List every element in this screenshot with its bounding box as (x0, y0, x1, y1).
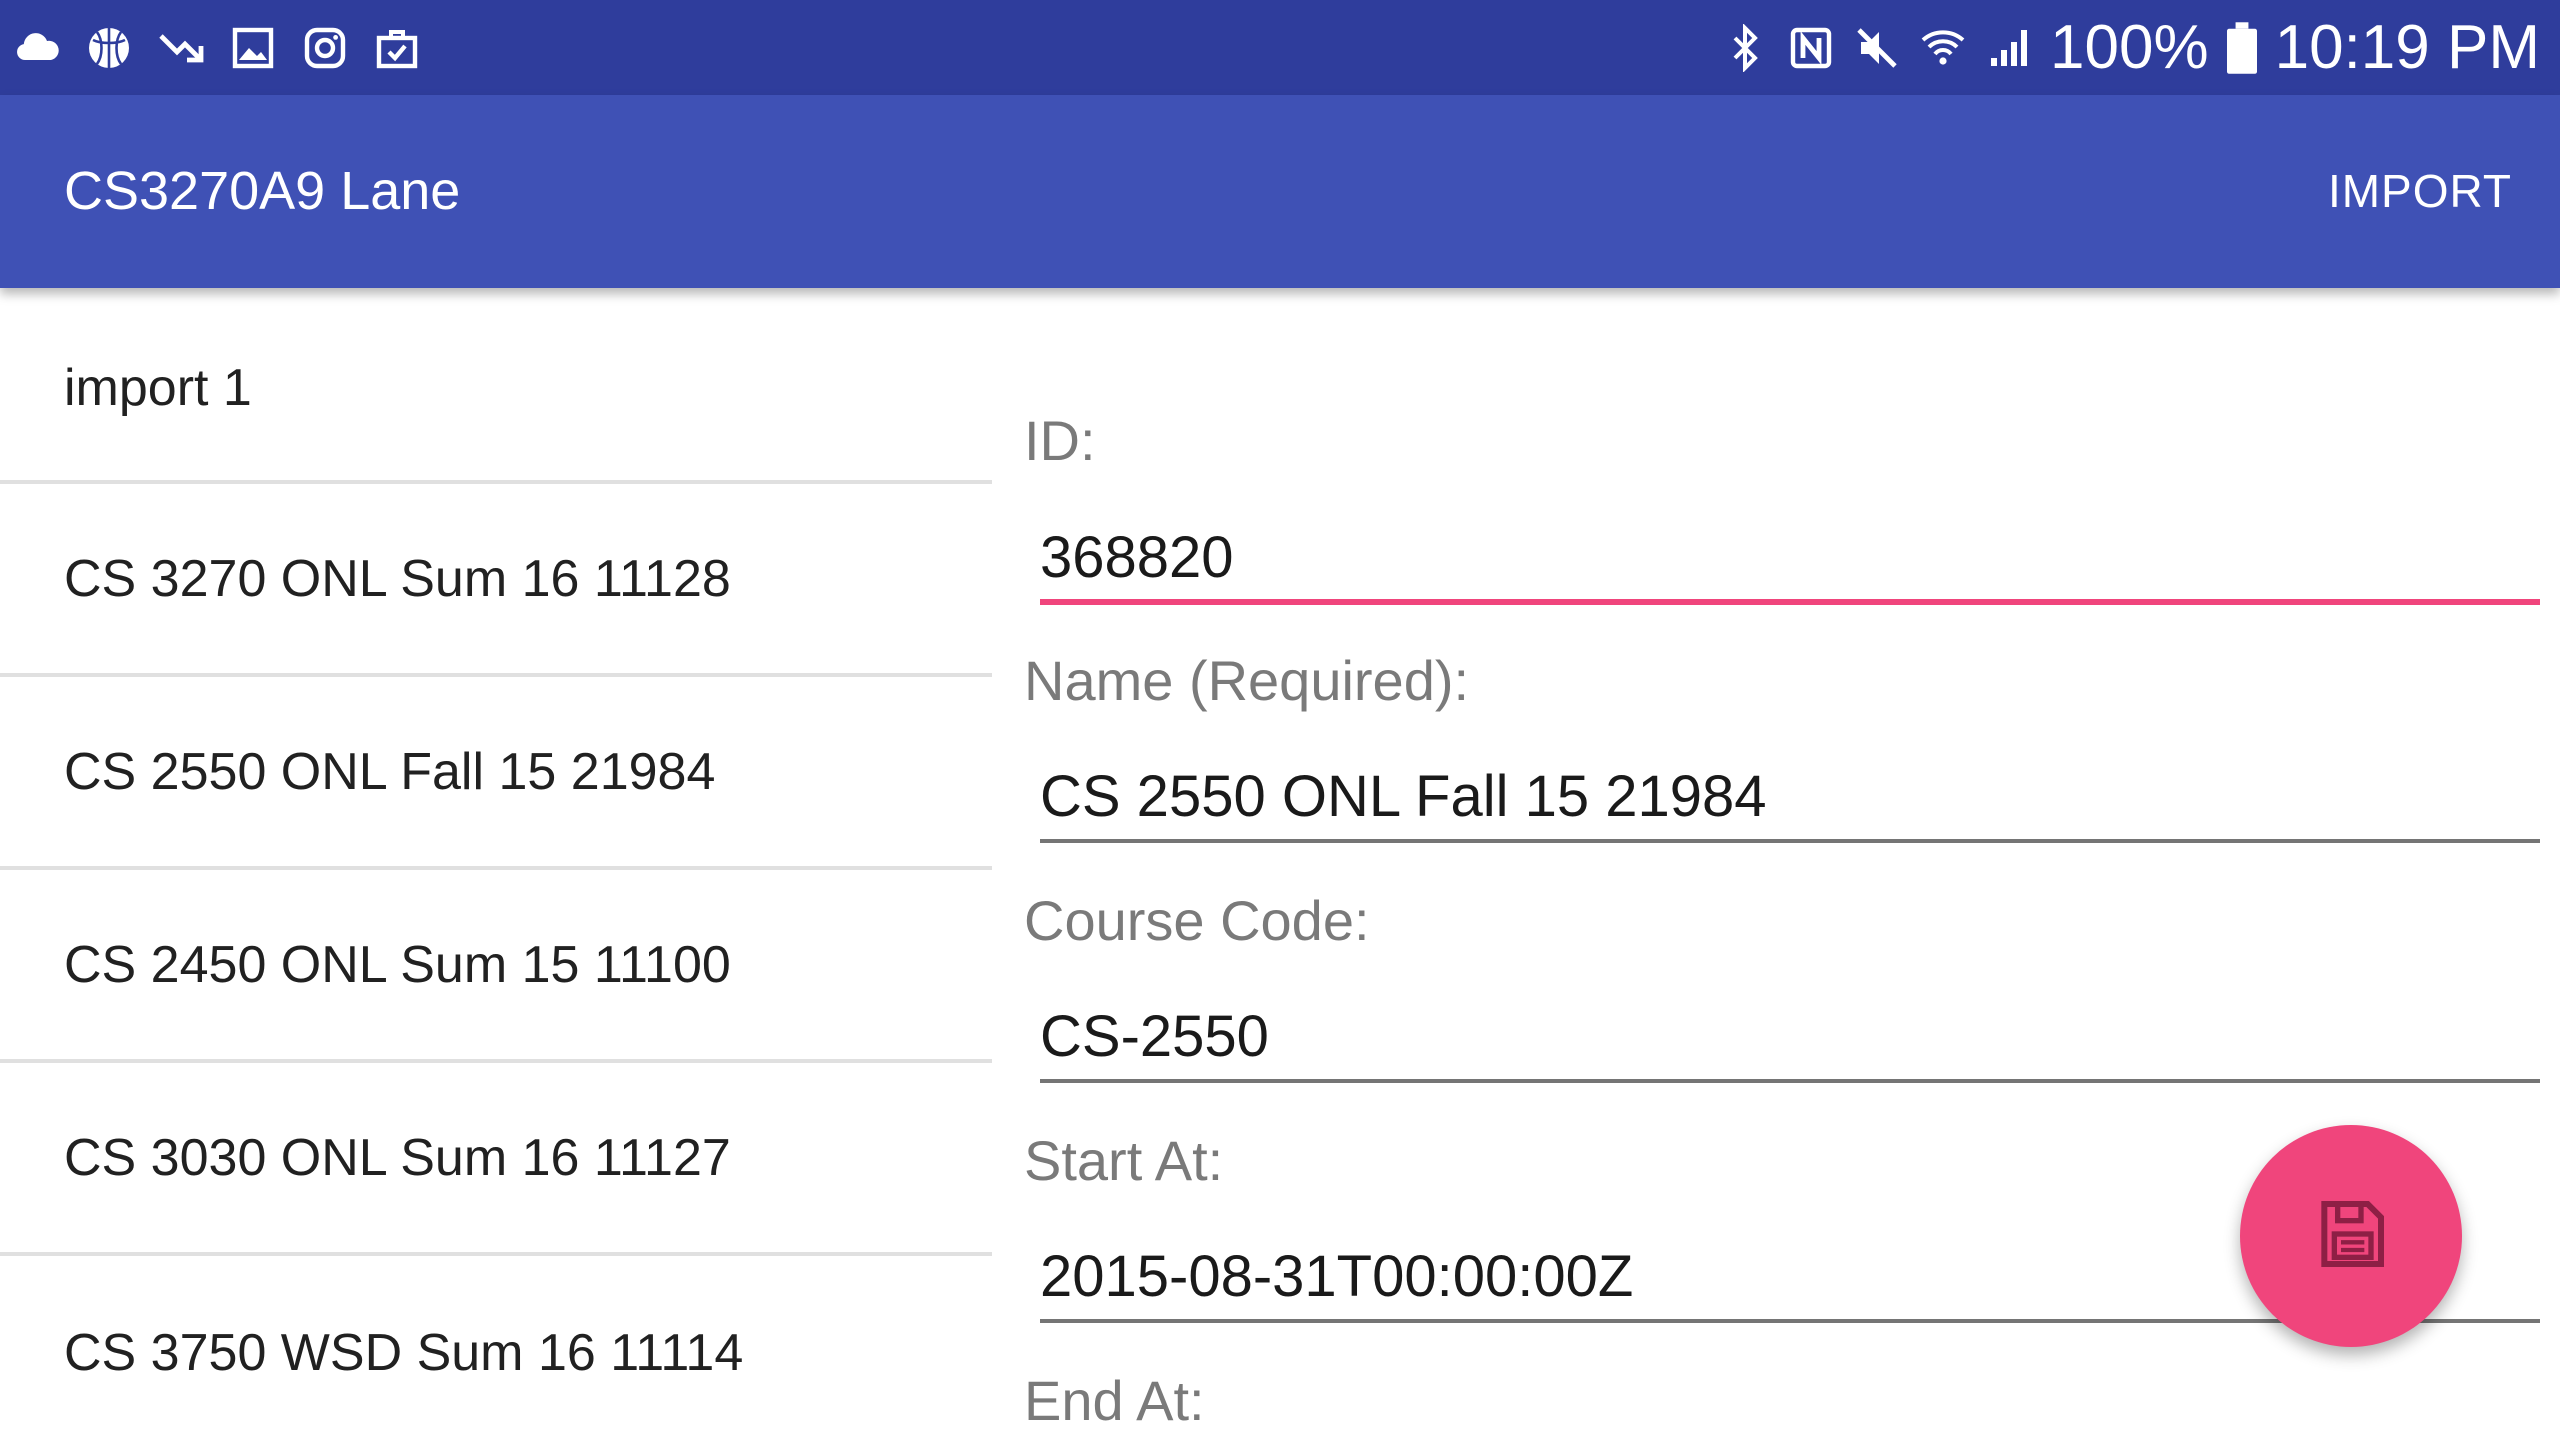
clock: 10:19 PM (2274, 12, 2540, 82)
course-list: import 1 CS 3270 ONL Sum 16 11128 CS 255… (0, 288, 992, 1449)
save-button[interactable] (2240, 1125, 2462, 1347)
app-bar: CS3270A9 Lane IMPORT (0, 95, 2560, 288)
bluetooth-icon (1720, 23, 1770, 73)
briefcase-check-icon (372, 23, 422, 73)
wifi-icon (1918, 23, 1968, 73)
list-item[interactable]: CS 2550 ONL Fall 15 21984 (0, 677, 992, 870)
trending-down-icon (156, 23, 206, 73)
list-item[interactable]: CS 3030 ONL Sum 16 11127 (0, 1063, 992, 1256)
id-field[interactable]: 368820 (1040, 515, 2540, 605)
list-item[interactable]: CS 3750 WSD Sum 16 11114 (0, 1256, 992, 1449)
name-field[interactable]: CS 2550 ONL Fall 15 21984 (1040, 753, 2540, 843)
notification-icons (12, 18, 422, 78)
mute-icon (1852, 23, 1902, 73)
import-button[interactable]: IMPORT (2328, 157, 2512, 225)
list-item[interactable]: CS 3270 ONL Sum 16 11128 (0, 484, 992, 677)
nfc-icon (1786, 23, 1836, 73)
basketball-icon (84, 23, 134, 73)
battery-icon (2225, 21, 2259, 74)
system-icons: 100% 10:19 PM (1720, 10, 2540, 85)
status-bar: 100% 10:19 PM (0, 0, 2560, 95)
course-code-field[interactable]: CS-2550 (1040, 993, 2540, 1083)
end-at-label: End At: (1024, 1369, 1205, 1432)
list-item[interactable]: CS 2450 ONL Sum 15 11100 (0, 870, 992, 1063)
name-label: Name (Required): (1024, 649, 1470, 712)
id-label: ID: (1024, 409, 1096, 472)
cloud-icon (12, 23, 62, 73)
instagram-icon (300, 23, 350, 73)
signal-icon (1984, 23, 2034, 73)
course-code-label: Course Code: (1024, 889, 1370, 952)
app-title: CS3270A9 Lane (64, 161, 461, 221)
save-icon (2311, 1194, 2391, 1279)
image-icon (228, 23, 278, 73)
battery-percent: 100% (2050, 12, 2209, 82)
start-at-label: Start At: (1024, 1129, 1224, 1192)
list-item[interactable]: import 1 (0, 288, 992, 484)
